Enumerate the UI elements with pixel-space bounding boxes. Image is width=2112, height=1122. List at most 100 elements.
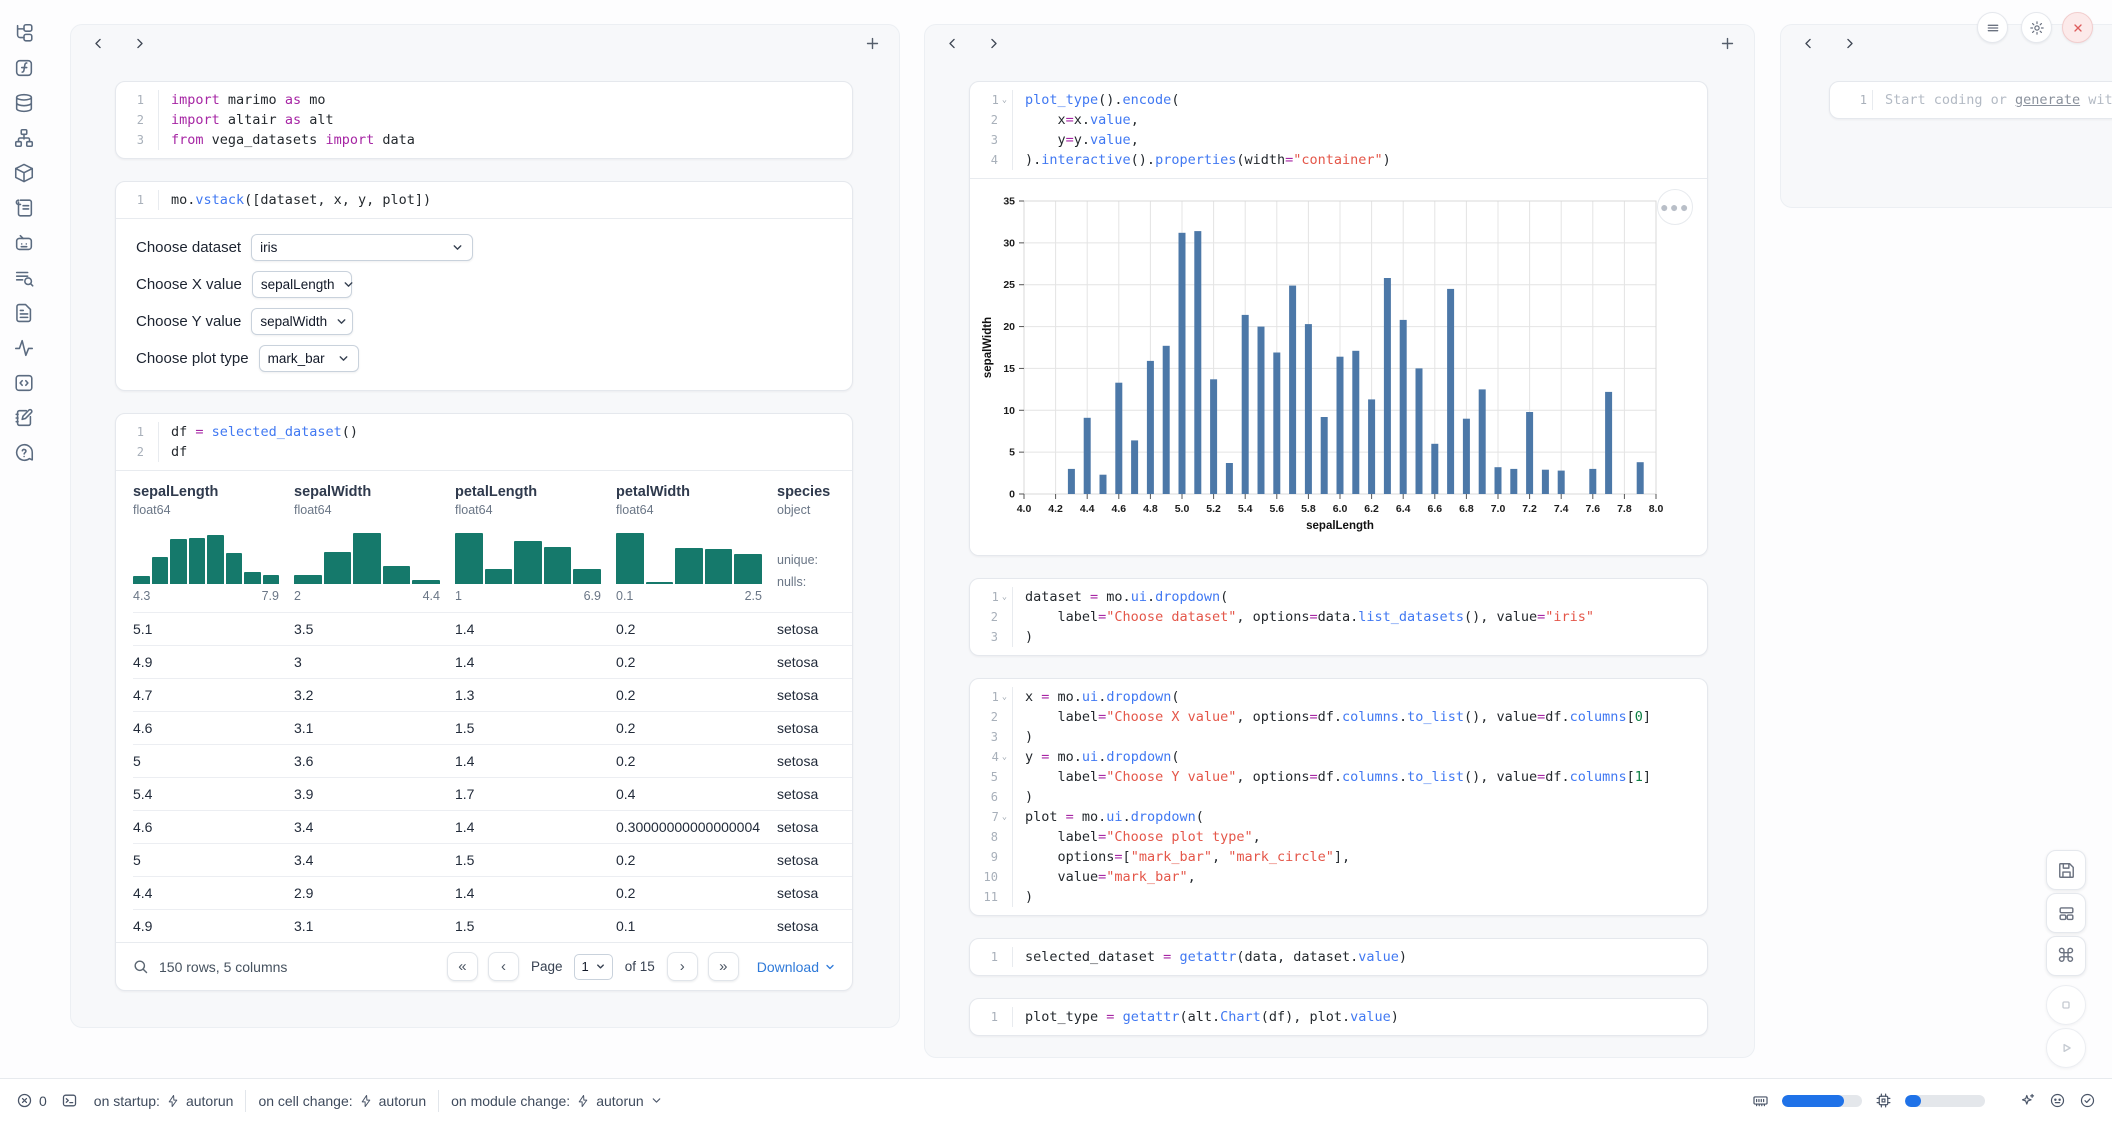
- table-row[interactable]: 4.93.11.50.1setosa: [133, 909, 852, 942]
- line-number: 1⌄: [976, 687, 1012, 707]
- imports-code-cell[interactable]: 1import marimo as mo2import altair as al…: [115, 81, 853, 159]
- terminal-icon[interactable]: [61, 1092, 78, 1109]
- vstack-code[interactable]: 1mo.vstack([dataset, x, y, plot]): [116, 182, 852, 218]
- errors-indicator[interactable]: 0: [16, 1092, 47, 1109]
- sidebar-packages-icon[interactable]: [12, 161, 36, 185]
- table-row[interactable]: 5.43.91.70.4setosa: [133, 777, 852, 810]
- autorun-setting[interactable]: on startup:autorun: [94, 1093, 234, 1109]
- dataframe-code-cell[interactable]: 1df = selected_dataset()2df sepalLength …: [115, 413, 853, 991]
- memory-usage-bar: [1782, 1095, 1862, 1107]
- svg-text:6.4: 6.4: [1396, 503, 1411, 515]
- table-column-header[interactable]: sepalLength float64 4.37.9: [133, 475, 294, 612]
- plot-code-cell[interactable]: 1⌄plot_type().encode(2 x=x.value,3 y=y.v…: [969, 81, 1708, 556]
- chevron-left-icon[interactable]: [1796, 31, 1820, 55]
- page-select[interactable]: 1: [574, 954, 612, 980]
- generate-link[interactable]: generate: [2015, 92, 2080, 108]
- dropdown-label: Choose dataset: [136, 239, 241, 256]
- close-button[interactable]: [2062, 12, 2093, 43]
- table-row[interactable]: 53.41.50.2setosa: [133, 843, 852, 876]
- table-cell: setosa: [777, 621, 852, 637]
- choose-dataset-dropdown[interactable]: iris: [251, 234, 473, 261]
- add-column-button[interactable]: [1715, 31, 1739, 55]
- plot-type-code[interactable]: 1plot_type = getattr(alt.Chart(df), plot…: [970, 999, 1707, 1035]
- first-page-button[interactable]: «: [447, 952, 478, 981]
- xy-dropdowns-code[interactable]: 1⌄x = mo.ui.dropdown(2 label="Choose X v…: [970, 679, 1707, 915]
- chevron-left-icon[interactable]: [940, 31, 964, 55]
- connection-status-icon[interactable]: [2079, 1092, 2096, 1109]
- fold-chevron-icon[interactable]: ⌄: [1002, 687, 1007, 707]
- table-row[interactable]: 4.63.11.50.2setosa: [133, 711, 852, 744]
- autorun-setting[interactable]: on cell change:autorun: [258, 1093, 426, 1109]
- sidebar-file-tree-icon[interactable]: [12, 21, 36, 45]
- keyboard-shortcuts-button[interactable]: ⌘: [2046, 936, 2086, 976]
- chevron-right-icon[interactable]: [1837, 31, 1861, 55]
- plot-type-code-cell[interactable]: 1plot_type = getattr(alt.Chart(df), plot…: [969, 998, 1708, 1036]
- sidebar-logs-icon[interactable]: [12, 196, 36, 220]
- fold-chevron-icon[interactable]: ⌄: [1002, 807, 1007, 827]
- table-row[interactable]: 4.42.91.40.2setosa: [133, 876, 852, 909]
- sidebar-tracing-icon[interactable]: [12, 336, 36, 360]
- imports-code[interactable]: 1import marimo as mo2import altair as al…: [116, 82, 852, 158]
- code-editor-placeholder[interactable]: 1 Start coding or generate with AI.: [1830, 82, 2112, 118]
- chart-menu-button[interactable]: ●●●: [1657, 189, 1693, 225]
- autorun-setting[interactable]: on module change:autorun: [451, 1093, 663, 1109]
- table-row[interactable]: 4.73.21.30.2setosa: [133, 678, 852, 711]
- table-row[interactable]: 4.931.40.2setosa: [133, 645, 852, 678]
- table-row[interactable]: 53.61.40.2setosa: [133, 744, 852, 777]
- add-column-button[interactable]: [860, 31, 884, 55]
- sparkles-icon[interactable]: [2019, 1092, 2036, 1109]
- save-button[interactable]: [2046, 850, 2086, 890]
- choose-y-value-dropdown[interactable]: sepalWidth: [251, 308, 353, 335]
- settings-button[interactable]: [2021, 12, 2052, 43]
- sidebar-snippets-icon[interactable]: [12, 371, 36, 395]
- layout-grid-button[interactable]: [2046, 893, 2086, 933]
- code-line: 2 x=x.value,: [976, 110, 1697, 130]
- search-icon[interactable]: [132, 958, 149, 975]
- bar-chart[interactable]: 4.04.24.44.64.85.05.25.45.65.86.06.26.46…: [978, 191, 1695, 543]
- sidebar-scratchpad-icon[interactable]: [12, 406, 36, 430]
- stop-button[interactable]: [2046, 985, 2086, 1025]
- chevron-right-icon[interactable]: [127, 31, 151, 55]
- selected-dataset-code[interactable]: 1selected_dataset = getattr(data, datase…: [970, 939, 1707, 975]
- table-cell: 3.4: [294, 852, 455, 868]
- table-row[interactable]: 5.13.51.40.2setosa: [133, 612, 852, 645]
- last-page-button[interactable]: »: [708, 952, 739, 981]
- choose-x-value-dropdown[interactable]: sepalLength: [252, 271, 352, 298]
- table-column-header[interactable]: species objectunique:nulls:: [777, 475, 852, 612]
- sidebar-ai-chat-icon[interactable]: [12, 231, 36, 255]
- dataset-dropdown-code[interactable]: 1⌄dataset = mo.ui.dropdown(2 label="Choo…: [970, 579, 1707, 655]
- fold-chevron-icon[interactable]: ⌄: [1002, 747, 1007, 767]
- table-column-header[interactable]: petalWidth float64 0.12.5: [616, 475, 777, 612]
- dataframe-code[interactable]: 1df = selected_dataset()2df: [116, 414, 852, 470]
- next-page-button[interactable]: ›: [667, 952, 698, 981]
- empty-code-cell[interactable]: 1 Start coding or generate with AI.: [1829, 81, 2112, 119]
- chevron-right-icon[interactable]: [981, 31, 1005, 55]
- fold-chevron-icon[interactable]: ⌄: [1002, 90, 1007, 110]
- assistant-bot-icon[interactable]: [2049, 1092, 2066, 1109]
- vstack-code-cell[interactable]: 1mo.vstack([dataset, x, y, plot]) Choose…: [115, 181, 853, 391]
- xy-dropdowns-code-cell[interactable]: 1⌄x = mo.ui.dropdown(2 label="Choose X v…: [969, 678, 1708, 916]
- fold-chevron-icon[interactable]: ⌄: [1002, 587, 1007, 607]
- selected-dataset-code-cell[interactable]: 1selected_dataset = getattr(data, datase…: [969, 938, 1708, 976]
- sidebar-variables-icon[interactable]: [12, 56, 36, 80]
- sidebar-documentation-icon[interactable]: [12, 266, 36, 290]
- svg-text:30: 30: [1003, 237, 1015, 249]
- download-button[interactable]: Download: [757, 959, 836, 975]
- prev-page-button[interactable]: ‹: [488, 952, 519, 981]
- plot-code[interactable]: 1⌄plot_type().encode(2 x=x.value,3 y=y.v…: [970, 82, 1707, 178]
- run-button[interactable]: [2046, 1028, 2086, 1068]
- dataset-dropdown-code-cell[interactable]: 1⌄dataset = mo.ui.dropdown(2 label="Choo…: [969, 578, 1708, 656]
- choose-plot-type-dropdown[interactable]: mark_bar: [259, 345, 359, 372]
- line-number: 2: [122, 442, 158, 462]
- table-column-header[interactable]: petalLength float64 16.9: [455, 475, 616, 612]
- menu-button[interactable]: [1977, 12, 2008, 43]
- sidebar-outline-icon[interactable]: [12, 301, 36, 325]
- table-row[interactable]: 4.63.41.40.30000000000000004setosa: [133, 810, 852, 843]
- sidebar-datasources-icon[interactable]: [12, 91, 36, 115]
- sidebar-help-icon[interactable]: [12, 441, 36, 465]
- table-column-header[interactable]: sepalWidth float64 24.4: [294, 475, 455, 612]
- sidebar-dependency-graph-icon[interactable]: [12, 126, 36, 150]
- chevron-left-icon[interactable]: [86, 31, 110, 55]
- table-cell: 0.2: [616, 852, 777, 868]
- svg-text:20: 20: [1003, 321, 1015, 333]
